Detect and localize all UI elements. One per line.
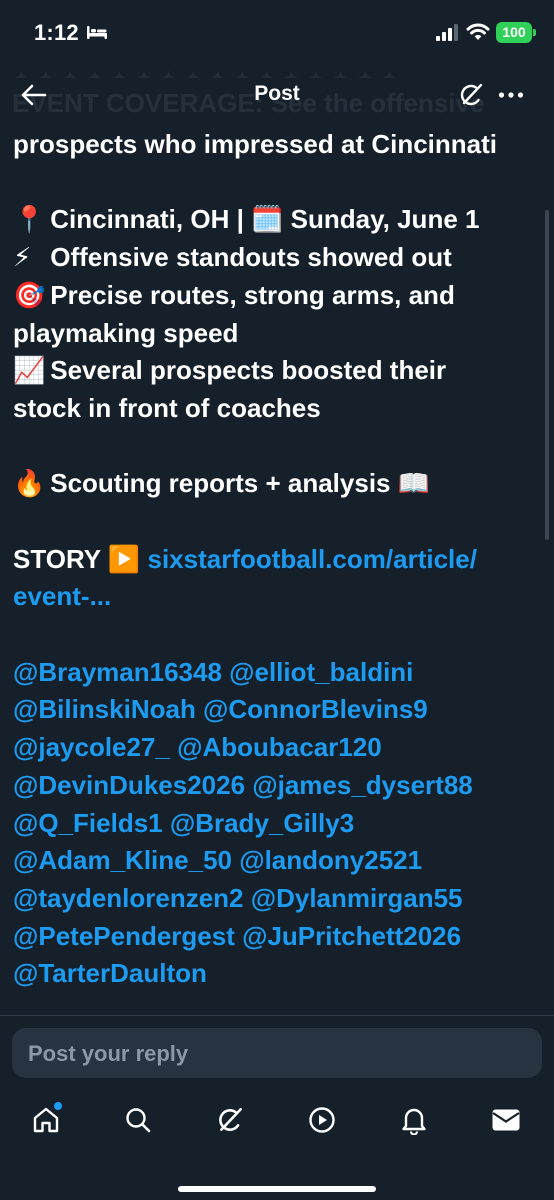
- grok-icon: [460, 83, 483, 106]
- arrow-left-icon: [21, 84, 47, 106]
- grok-icon: [219, 1108, 242, 1131]
- post-line: ⚡ Offensive standouts showed out: [13, 239, 543, 277]
- tab-home[interactable]: [26, 1100, 66, 1140]
- mention-line[interactable]: @taydenlorenzen2 @Dylanmirgan55: [13, 880, 543, 918]
- story-label: STORY: [13, 543, 108, 574]
- post-line: prospects who impressed at Cincinnati: [13, 129, 497, 159]
- messages-icon: [492, 1109, 520, 1131]
- tab-grok[interactable]: [210, 1100, 250, 1140]
- post-header: ✦ ✦ ✦ ✦ ✦ ✦ ✦ ✦ ✦ ✦ ✦ ✦ ✦ ✦ ✦ ✦ EVENT CO…: [0, 66, 554, 126]
- home-indicator[interactable]: [178, 1186, 376, 1192]
- pin-icon: 📍: [13, 204, 46, 235]
- back-button[interactable]: [16, 78, 50, 112]
- reply-placeholder: Post your reply: [28, 1041, 189, 1066]
- post-line: 🎯 Precise routes, strong arms, and: [13, 277, 543, 315]
- mention-line[interactable]: @PetePendergest @JuPritchett2026: [13, 918, 543, 956]
- mention-line[interactable]: @TarterDaulton: [13, 955, 543, 993]
- post-location: Cincinnati, OH |: [50, 204, 252, 235]
- lightning-icon: ⚡: [13, 242, 32, 273]
- post-line-text: Offensive standouts showed out: [50, 242, 452, 273]
- book-icon: 📖: [397, 468, 431, 499]
- story-link[interactable]: sixstarfootball.com/article/: [148, 544, 477, 574]
- divider: [0, 1015, 554, 1016]
- post-line-text: Several prospects boosted their: [50, 355, 447, 386]
- post-spacer: [13, 503, 543, 541]
- chart-up-icon: 📈: [13, 355, 46, 386]
- wifi-icon: [466, 23, 490, 40]
- mention-line[interactable]: @BilinskiNoah @ConnorBlevins9: [13, 691, 543, 729]
- notifications-icon: [402, 1108, 426, 1135]
- tab-messages[interactable]: [486, 1100, 526, 1140]
- header-ghost-top: ✦ ✦ ✦ ✦ ✦ ✦ ✦ ✦ ✦ ✦ ✦ ✦ ✦ ✦ ✦ ✦: [12, 66, 412, 78]
- sleep-focus-icon: [87, 26, 107, 39]
- post-line: 🔥 Scouting reports + analysis 📖: [13, 465, 543, 503]
- post-line: playmaking speed: [13, 317, 239, 348]
- scrollbar[interactable]: [545, 210, 549, 540]
- search-icon: [126, 1108, 151, 1133]
- post-spacer: [13, 428, 543, 466]
- mention-line[interactable]: @Q_Fields1 @Brady_Gilly3: [13, 805, 543, 843]
- tab-search[interactable]: [118, 1100, 158, 1140]
- mention-line[interactable]: @Adam_Kline_50 @landony2521: [13, 842, 543, 880]
- battery-indicator: 100: [496, 22, 536, 43]
- notification-dot: [54, 1102, 62, 1110]
- tab-video[interactable]: [302, 1100, 342, 1140]
- more-icon: [498, 92, 524, 98]
- calendar-icon: 🗓️: [251, 204, 284, 235]
- post-spacer: [13, 616, 543, 654]
- post-line: stock in front of coaches: [13, 392, 321, 423]
- post-line: 📍 Cincinnati, OH | 🗓️ Sunday, June 1: [13, 201, 543, 239]
- bottom-tab-bar: [0, 1086, 554, 1156]
- post-line-text: Scouting reports + analysis: [50, 468, 398, 499]
- grok-button[interactable]: [454, 78, 488, 112]
- status-bar: 1:12 100: [0, 0, 554, 66]
- play-icon: ▶️: [107, 543, 141, 574]
- target-icon: 🎯: [13, 279, 46, 310]
- mention-line[interactable]: @Brayman16348 @elliot_baldini: [13, 654, 543, 692]
- story-link-continued[interactable]: event-...: [13, 578, 543, 616]
- more-button[interactable]: [494, 78, 528, 112]
- header-ghost-text: EVENT COVERAGE: See the offensive: [12, 88, 485, 118]
- mention-line[interactable]: @DevinDukes2026 @james_dysert88: [13, 767, 543, 805]
- mention-line[interactable]: @jaycole27_ @Aboubacar120: [13, 729, 543, 767]
- reply-input[interactable]: Post your reply: [12, 1028, 542, 1078]
- fire-icon: 🔥: [13, 468, 46, 499]
- tab-notifications[interactable]: [394, 1100, 434, 1140]
- post-date: Sunday, June 1: [283, 204, 480, 235]
- post-line: 📈 Several prospects boosted their: [13, 352, 543, 390]
- post-spacer: [13, 164, 543, 202]
- post-line: STORY ▶️ sixstarfootball.com/article/: [13, 541, 543, 579]
- post-line-text: Precise routes, strong arms, and: [50, 279, 455, 310]
- cellular-signal-icon: [436, 24, 458, 41]
- status-time: 1:12: [34, 20, 79, 45]
- post-text: prospects who impressed at Cincinnati 📍 …: [13, 126, 543, 1006]
- video-icon: [309, 1107, 335, 1133]
